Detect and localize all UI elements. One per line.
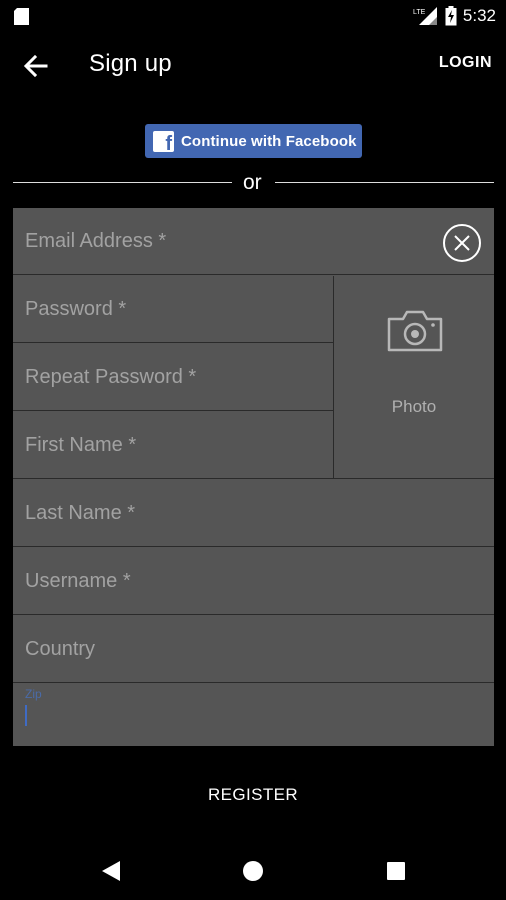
zip-field[interactable]: Zip — [13, 684, 494, 746]
status-icons: LTE 5:32 — [413, 5, 496, 27]
first-name-field[interactable]: First Name * — [13, 412, 333, 479]
arrow-left-icon[interactable] — [20, 50, 52, 82]
repeat-password-field[interactable]: Repeat Password * — [13, 344, 333, 411]
first-name-placeholder: First Name * — [25, 433, 137, 456]
close-circle-icon[interactable] — [442, 223, 482, 263]
facebook-button-label: Continue with Facebook — [181, 132, 357, 150]
register-button[interactable]: REGISTER — [0, 785, 506, 805]
country-field[interactable]: Country — [13, 616, 494, 683]
nav-home-icon[interactable] — [243, 861, 263, 881]
clock: 5:32 — [462, 6, 496, 25]
status-bar: LTE 5:32 — [0, 0, 506, 32]
app-toolbar: Sign up LOGIN — [0, 32, 506, 100]
divider-text: or — [243, 171, 262, 194]
page-title: Sign up — [89, 50, 172, 77]
signup-form: Email Address * Password * Repeat Passwo… — [13, 208, 494, 746]
battery-icon — [445, 6, 457, 26]
camera-icon — [387, 310, 443, 352]
photo-label: Photo — [391, 397, 437, 416]
email-field[interactable]: Email Address * — [13, 208, 494, 275]
photo-picker[interactable]: Photo — [333, 276, 494, 479]
divider-right — [275, 182, 494, 183]
facebook-icon: f — [153, 130, 174, 154]
svg-text:LTE: LTE — [413, 9, 426, 16]
country-placeholder: Country — [25, 637, 96, 660]
login-button[interactable]: LOGIN — [439, 54, 492, 72]
last-name-field[interactable]: Last Name * — [13, 480, 494, 547]
lte-signal-icon: LTE — [413, 7, 437, 25]
text-cursor — [25, 705, 27, 726]
email-placeholder: Email Address * — [25, 229, 167, 252]
repeat-password-placeholder: Repeat Password * — [25, 365, 197, 388]
last-name-placeholder: Last Name * — [25, 501, 136, 524]
facebook-login-button[interactable]: f Continue with Facebook — [145, 124, 362, 158]
nav-recent-icon[interactable] — [387, 862, 405, 880]
system-nav-bar — [0, 840, 506, 900]
divider-left — [13, 182, 232, 183]
nav-back-icon[interactable] — [101, 860, 121, 882]
username-placeholder: Username * — [25, 569, 131, 592]
username-field[interactable]: Username * — [13, 548, 494, 615]
password-placeholder: Password * — [25, 297, 127, 320]
sd-card-icon — [14, 8, 29, 25]
zip-label: Zip — [25, 687, 42, 701]
password-field[interactable]: Password * — [13, 276, 333, 343]
